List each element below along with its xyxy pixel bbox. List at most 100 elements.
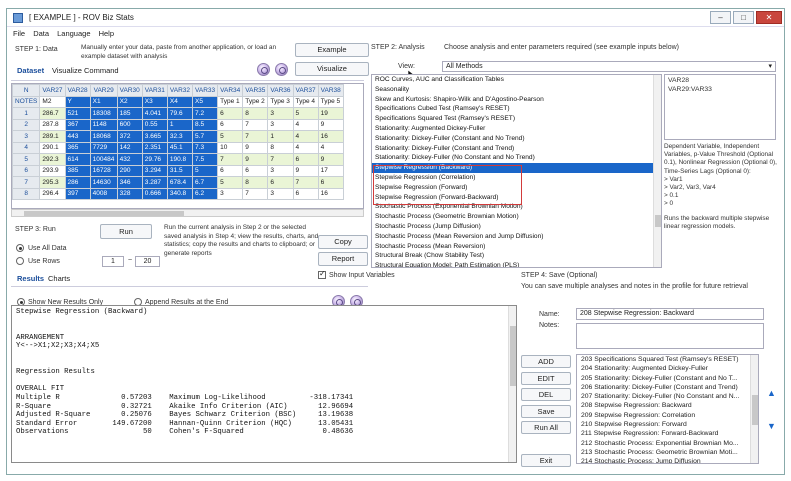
grid-cell[interactable]: 4	[292, 141, 319, 154]
column-header[interactable]: VAR36	[267, 84, 294, 97]
report-button[interactable]: Report	[318, 252, 368, 266]
run-button[interactable]: Run	[100, 224, 152, 239]
grid-cell[interactable]: 7.2	[192, 107, 219, 120]
grid-cell[interactable]: 9	[242, 153, 269, 166]
grid-cell[interactable]: 9	[242, 141, 269, 154]
grid-cell[interactable]: 6	[217, 164, 244, 177]
saved-analysis-item[interactable]: 208 Stepwise Regression: Backward	[579, 401, 758, 410]
method-list-scrollbar[interactable]	[653, 75, 661, 267]
saved-analysis-item[interactable]: 214 Stochastic Process: Jump Diffusion	[579, 457, 758, 463]
use-all-data-radio[interactable]	[16, 244, 24, 252]
grid-cell[interactable]: 293.9	[39, 164, 66, 177]
saved-analysis-item[interactable]: 213 Stochastic Process: Geometric Browni…	[579, 448, 758, 457]
grid-cell[interactable]: 7	[242, 187, 269, 200]
column-header[interactable]: VAR27	[39, 84, 66, 97]
grid-cell[interactable]: 287.8	[39, 118, 66, 131]
saved-analysis-item[interactable]: 203 Specifications Squared Test (Ramsey'…	[579, 355, 758, 364]
method-list-item[interactable]: Stochastic Process (Geometric Brownian M…	[372, 212, 661, 222]
zoom-out-icon[interactable]	[275, 63, 288, 76]
exit-button[interactable]: Exit	[521, 454, 571, 467]
grid-cell[interactable]: 185	[116, 107, 143, 120]
grid-cell[interactable]: 340.8	[166, 187, 194, 200]
column-header[interactable]: VAR37	[292, 84, 319, 97]
notes-cell[interactable]: Type 2	[242, 95, 269, 108]
column-header[interactable]: VAR38	[317, 84, 344, 97]
saved-list-scrollbar[interactable]	[750, 355, 758, 463]
results-scrollbar[interactable]	[508, 306, 516, 462]
saved-analyses-list[interactable]: 203 Specifications Squared Test (Ramsey'…	[576, 354, 759, 464]
column-header[interactable]: VAR31	[141, 84, 168, 97]
method-list-item[interactable]: Specifications Squared Test (Ramsey's RE…	[372, 114, 661, 124]
grid-cell[interactable]: 8.5	[192, 118, 219, 131]
grid-cell[interactable]: 4.041	[141, 107, 168, 120]
grid-cell[interactable]: 29.76	[141, 153, 168, 166]
use-rows-radio[interactable]	[16, 257, 24, 265]
method-scroll-thumb[interactable]	[655, 215, 661, 227]
notes-input[interactable]	[576, 323, 764, 349]
grid-horizontal-scrollbar[interactable]	[11, 209, 364, 217]
grid-cell[interactable]: 5	[217, 176, 244, 189]
grid-cell[interactable]: 365	[64, 141, 91, 154]
grid-cell[interactable]: 385	[64, 164, 91, 177]
grid-cell[interactable]: 5.7	[192, 130, 219, 143]
grid-cell[interactable]: 16	[317, 130, 344, 143]
grid-cell[interactable]: 367	[64, 118, 91, 131]
grid-cell[interactable]: 295.3	[39, 176, 66, 189]
grid-cell[interactable]: 18308	[89, 107, 118, 120]
rows-to-input[interactable]: 20	[135, 256, 160, 267]
tab-results[interactable]: Results	[17, 274, 44, 283]
saved-analysis-item[interactable]: 206 Stationarity: Dickey-Fuller (Constan…	[579, 383, 758, 392]
grid-cell[interactable]: 31.5	[166, 164, 194, 177]
grid-cell[interactable]: 346	[116, 176, 143, 189]
saved-analysis-item[interactable]: 211 Stepwise Regression: Forward-Backwar…	[579, 429, 758, 438]
grid-cell[interactable]: 100484	[89, 153, 118, 166]
grid-cell[interactable]: 7	[267, 153, 294, 166]
results-scroll-thumb[interactable]	[510, 326, 516, 386]
row-header[interactable]: 1	[12, 107, 41, 120]
grid-cell[interactable]: 6	[292, 153, 319, 166]
tab-command[interactable]: Command	[84, 66, 119, 75]
grid-cell[interactable]: 9	[317, 153, 344, 166]
grid-cell[interactable]: 678.4	[166, 176, 194, 189]
visualize-button[interactable]: Visualize	[295, 62, 369, 76]
column-header[interactable]: VAR28	[64, 84, 91, 97]
example-button[interactable]: Example	[295, 43, 369, 57]
rows-from-input[interactable]: 1	[102, 256, 124, 267]
notes-cell[interactable]: X2	[116, 95, 143, 108]
saved-analysis-item[interactable]: 209 Stepwise Regression: Correlation	[579, 411, 758, 420]
edit-button[interactable]: EDIT	[521, 372, 571, 385]
column-header[interactable]: VAR35	[242, 84, 269, 97]
notes-cell[interactable]: Type 1	[217, 95, 244, 108]
notes-cell[interactable]: X3	[141, 95, 168, 108]
grid-cell[interactable]: 6	[217, 118, 244, 131]
notes-cell[interactable]: Type 5	[317, 95, 344, 108]
grid-cell[interactable]: 1	[166, 118, 194, 131]
grid-cell[interactable]: 45.1	[166, 141, 194, 154]
grid-cell[interactable]: 32.3	[166, 130, 194, 143]
row-header[interactable]: 8	[12, 187, 41, 200]
tab-charts[interactable]: Charts	[48, 274, 70, 283]
grid-cell[interactable]: 521	[64, 107, 91, 120]
menu-language[interactable]: Language	[57, 28, 90, 40]
analysis-input-box[interactable]: VAR28 VAR29:VAR33	[664, 74, 776, 140]
grid-scroll-thumb[interactable]	[24, 211, 184, 216]
grid-cell[interactable]: 19	[317, 107, 344, 120]
method-list-item[interactable]: Stochastic Process (Mean Reversion)	[372, 242, 661, 252]
grid-cell[interactable]: 3	[267, 107, 294, 120]
saved-analysis-item[interactable]: 212 Stochastic Process: Exponential Brow…	[579, 439, 758, 448]
grid-cell[interactable]: 3	[267, 118, 294, 131]
copy-button[interactable]: Copy	[318, 235, 368, 249]
grid-cell[interactable]: 614	[64, 153, 91, 166]
grid-cell[interactable]: 372	[116, 130, 143, 143]
row-header[interactable]: 3	[12, 130, 41, 143]
method-list-item[interactable]: Structural Break (Chow Stability Test)	[372, 251, 661, 261]
save-button[interactable]: Save	[521, 405, 571, 418]
data-grid[interactable]: N VAR27 VAR28 VAR29 VAR30 VAR31 VAR32 VAR33 VAR3…	[11, 83, 364, 209]
row-header[interactable]: 7	[12, 176, 41, 189]
method-list-item[interactable]: Stationarity: Dickey-Fuller (Constant an…	[372, 134, 661, 144]
grid-cell[interactable]: 600	[116, 118, 143, 131]
grid-cell[interactable]: 0.666	[141, 187, 168, 200]
grid-cell[interactable]: 7.3	[192, 141, 219, 154]
grid-cell[interactable]: 16728	[89, 164, 118, 177]
move-down-icon[interactable]: ▼	[767, 421, 776, 431]
